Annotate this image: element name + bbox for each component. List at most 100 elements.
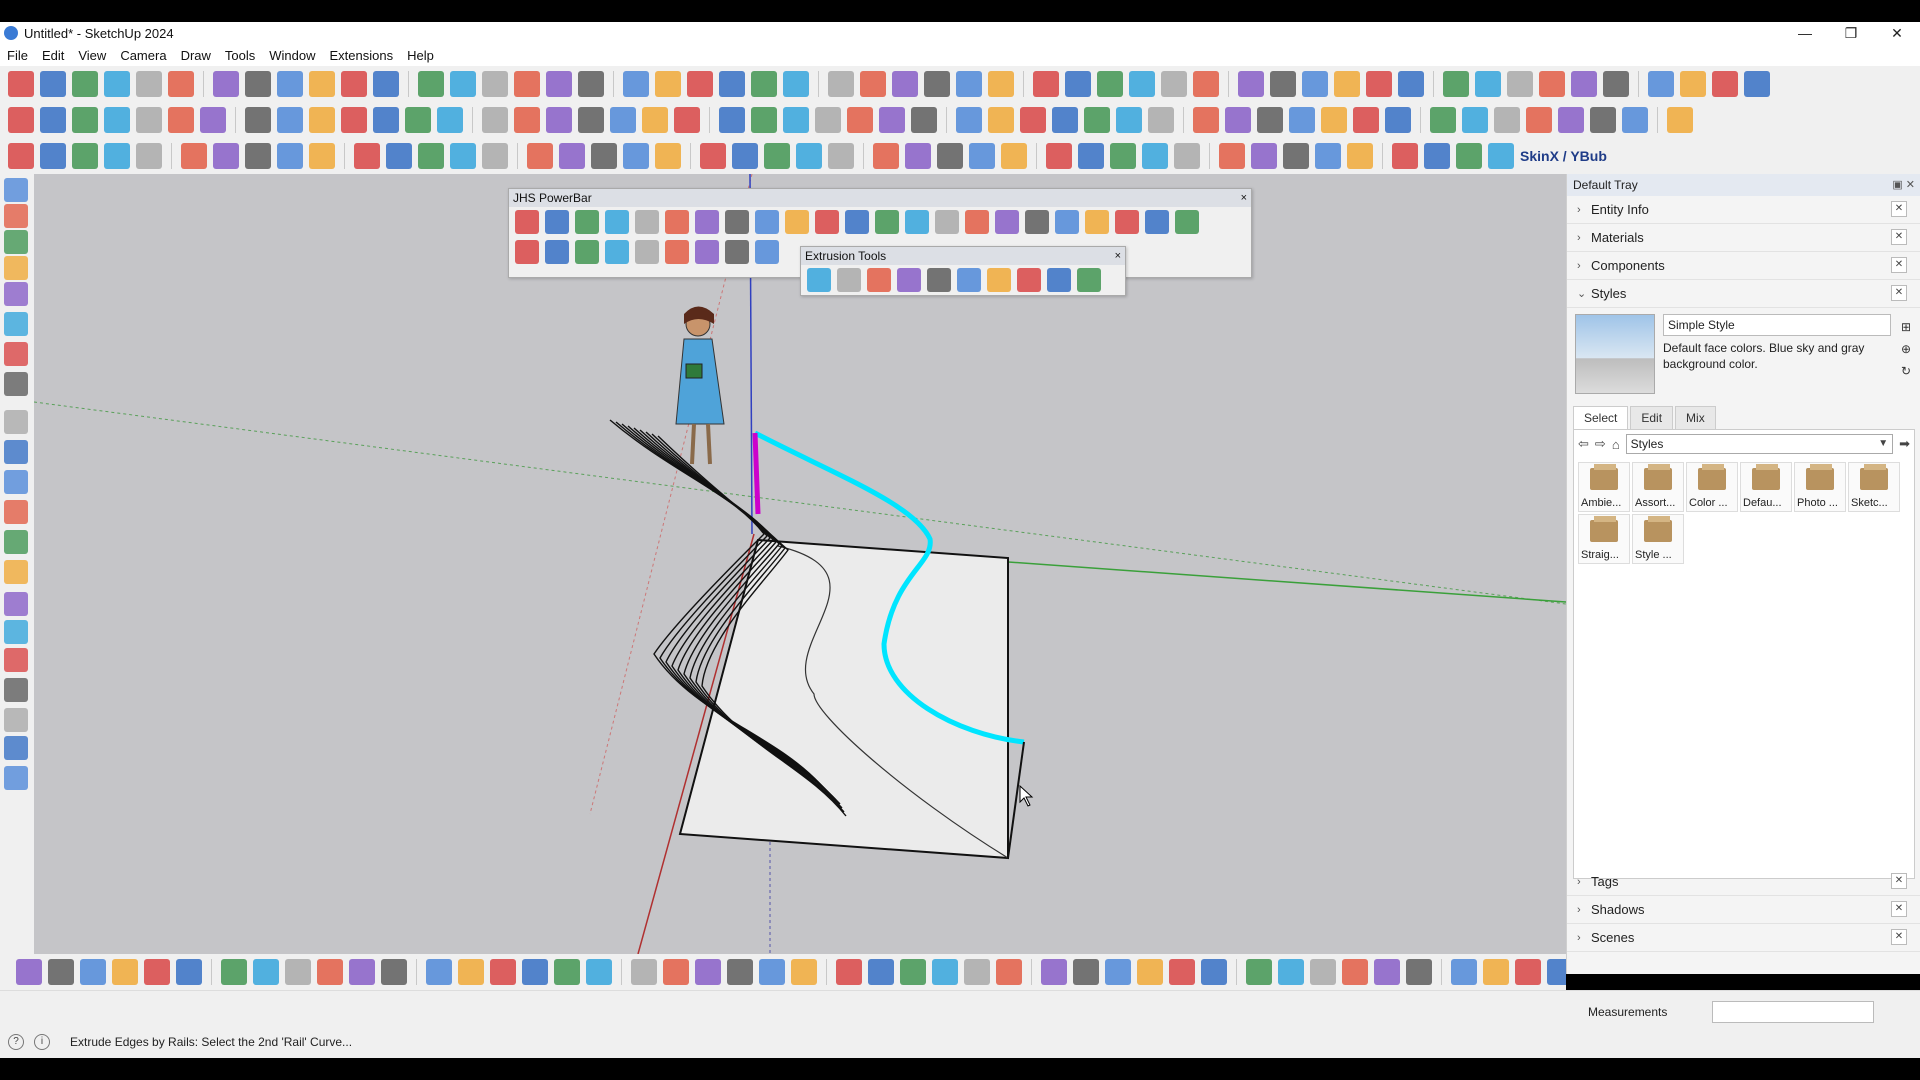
minimize-button[interactable]: —	[1782, 22, 1828, 44]
style-actions[interactable]: ⊞ ⊕ ↻	[1901, 316, 1911, 382]
tool-button-icon[interactable]	[905, 210, 929, 234]
tool-button-icon[interactable]	[665, 210, 689, 234]
tool-button-icon[interactable]	[783, 71, 809, 97]
menu-window[interactable]: Window	[262, 48, 322, 63]
tool-button-icon[interactable]	[40, 71, 66, 97]
tool-button-icon[interactable]	[687, 71, 713, 97]
tool-button-icon[interactable]	[957, 268, 981, 292]
tool-button-icon[interactable]	[635, 210, 659, 234]
tool-button-icon[interactable]	[8, 107, 34, 133]
tool-button-icon[interactable]	[545, 210, 569, 234]
tool-button-icon[interactable]	[1110, 143, 1136, 169]
tool-button-icon[interactable]	[527, 143, 553, 169]
tool-button-icon[interactable]	[969, 143, 995, 169]
style-item[interactable]: Straig...	[1578, 514, 1630, 564]
tool-button-icon[interactable]	[732, 143, 758, 169]
tool-button-icon[interactable]	[4, 560, 28, 584]
tool-button-icon[interactable]	[956, 107, 982, 133]
tool-button-icon[interactable]	[605, 210, 629, 234]
powerbar-close-icon[interactable]: ×	[1241, 189, 1247, 207]
menu-edit[interactable]: Edit	[35, 48, 71, 63]
tool-button-icon[interactable]	[663, 959, 689, 985]
tool-button-icon[interactable]	[4, 620, 28, 644]
tool-button-icon[interactable]	[386, 143, 412, 169]
tool-button-icon[interactable]	[905, 143, 931, 169]
menu-help[interactable]: Help	[400, 48, 441, 63]
style-item[interactable]: Ambie...	[1578, 462, 1630, 512]
tool-button-icon[interactable]	[924, 71, 950, 97]
tool-button-icon[interactable]	[1052, 107, 1078, 133]
tool-button-icon[interactable]	[927, 268, 951, 292]
tool-button-icon[interactable]	[1116, 107, 1142, 133]
tool-button-icon[interactable]	[695, 210, 719, 234]
style-item[interactable]: Sketc...	[1848, 462, 1900, 512]
menu-view[interactable]: View	[71, 48, 113, 63]
tool-button-icon[interactable]	[1145, 210, 1169, 234]
tool-button-icon[interactable]	[426, 959, 452, 985]
tool-button-icon[interactable]	[8, 143, 34, 169]
tool-button-icon[interactable]	[1547, 959, 1566, 985]
tool-button-icon[interactable]	[1129, 71, 1155, 97]
tool-button-icon[interactable]	[245, 71, 271, 97]
tool-button-icon[interactable]	[1033, 71, 1059, 97]
tool-button-icon[interactable]	[828, 143, 854, 169]
tool-button-icon[interactable]	[1462, 107, 1488, 133]
tool-button-icon[interactable]	[1020, 107, 1046, 133]
tool-button-icon[interactable]	[515, 240, 539, 264]
tool-button-icon[interactable]	[610, 107, 636, 133]
tool-button-icon[interactable]	[522, 959, 548, 985]
tool-button-icon[interactable]	[1246, 959, 1272, 985]
tool-button-icon[interactable]	[897, 268, 921, 292]
tool-button-icon[interactable]	[995, 210, 1019, 234]
tool-button-icon[interactable]	[4, 736, 28, 760]
tool-button-icon[interactable]	[4, 372, 28, 396]
tool-button-icon[interactable]	[674, 107, 700, 133]
tool-button-icon[interactable]	[1055, 210, 1079, 234]
tool-button-icon[interactable]	[1385, 107, 1411, 133]
tool-button-icon[interactable]	[631, 959, 657, 985]
tool-button-icon[interactable]	[341, 107, 367, 133]
tool-button-icon[interactable]	[719, 107, 745, 133]
tool-button-icon[interactable]	[245, 143, 271, 169]
tool-button-icon[interactable]	[112, 959, 138, 985]
tool-button-icon[interactable]	[490, 959, 516, 985]
tool-button-icon[interactable]	[755, 210, 779, 234]
menu-tools[interactable]: Tools	[218, 48, 262, 63]
close-icon[interactable]: ✕	[1891, 873, 1907, 889]
close-icon[interactable]: ✕	[1891, 285, 1907, 301]
tool-button-icon[interactable]	[317, 959, 343, 985]
tool-button-icon[interactable]	[4, 530, 28, 554]
tool-button-icon[interactable]	[1347, 143, 1373, 169]
tool-button-icon[interactable]	[1310, 959, 1336, 985]
menu-file[interactable]: File	[0, 48, 35, 63]
tool-button-icon[interactable]	[1077, 268, 1101, 292]
tool-button-icon[interactable]	[1374, 959, 1400, 985]
geo-location-icon[interactable]: ?	[8, 1034, 24, 1050]
tool-button-icon[interactable]	[1161, 71, 1187, 97]
tool-button-icon[interactable]	[1456, 143, 1482, 169]
tool-button-icon[interactable]	[1494, 107, 1520, 133]
tool-button-icon[interactable]	[104, 71, 130, 97]
tool-button-icon[interactable]	[655, 71, 681, 97]
tool-button-icon[interactable]	[1270, 71, 1296, 97]
panel-entity-info[interactable]: › Entity Info ✕	[1567, 196, 1920, 224]
panel-styles[interactable]: ⌄ Styles ✕	[1567, 280, 1920, 308]
tool-button-icon[interactable]	[4, 312, 28, 336]
close-icon[interactable]: ✕	[1891, 229, 1907, 245]
scale-figure[interactable]	[675, 306, 725, 465]
close-icon[interactable]: ✕	[1891, 929, 1907, 945]
tool-button-icon[interactable]	[623, 71, 649, 97]
tool-button-icon[interactable]	[1251, 143, 1277, 169]
tool-button-icon[interactable]	[1046, 143, 1072, 169]
menu-draw[interactable]: Draw	[174, 48, 218, 63]
measurements-input[interactable]	[1712, 1001, 1874, 1023]
tool-button-icon[interactable]	[1001, 143, 1027, 169]
home-icon[interactable]: ⌂	[1612, 437, 1620, 452]
tool-button-icon[interactable]	[759, 959, 785, 985]
tool-button-icon[interactable]	[815, 107, 841, 133]
tool-button-icon[interactable]	[381, 959, 407, 985]
tab-select[interactable]: Select	[1573, 406, 1629, 429]
tool-button-icon[interactable]	[253, 959, 279, 985]
tool-button-icon[interactable]	[200, 107, 226, 133]
tool-button-icon[interactable]	[4, 678, 28, 702]
